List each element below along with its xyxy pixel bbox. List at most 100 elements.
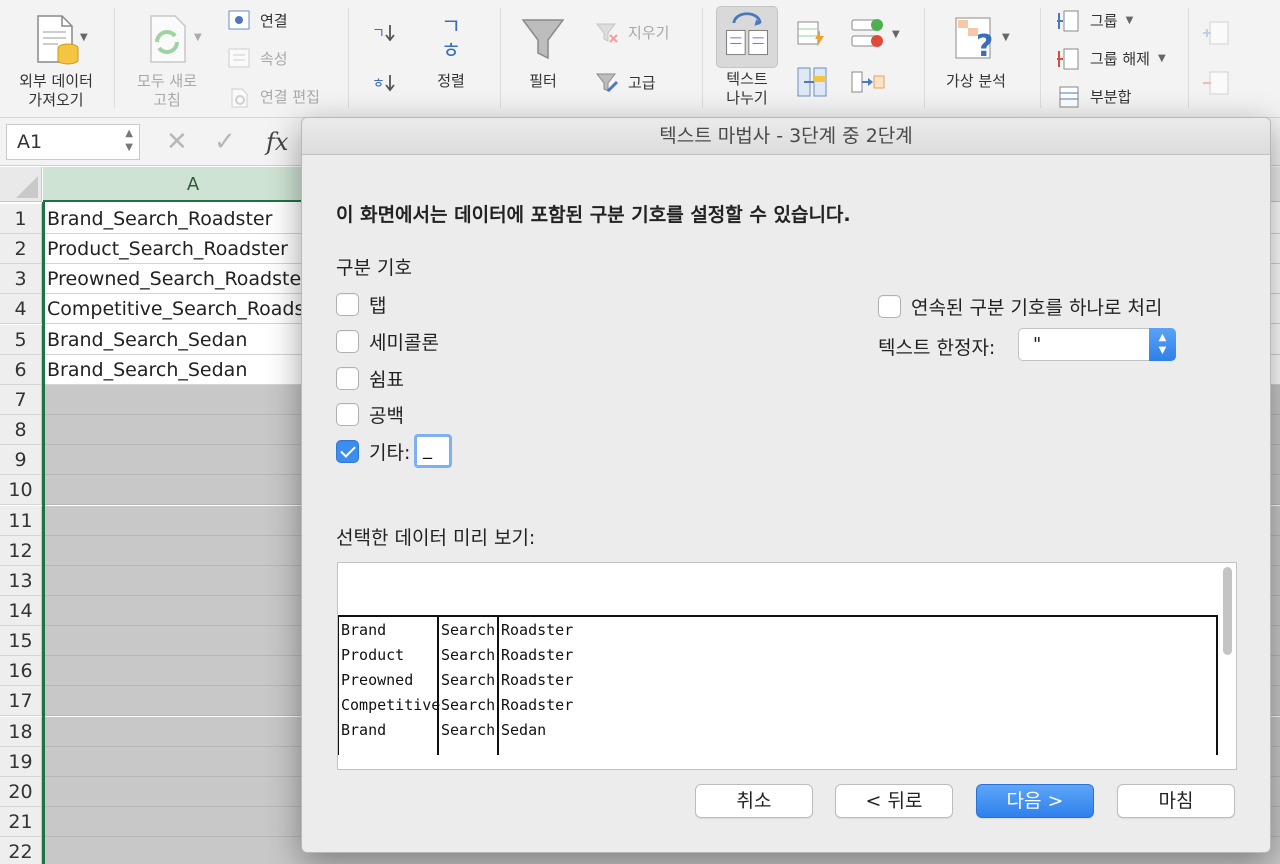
- clear-filter-button[interactable]: 지우기: [594, 20, 669, 46]
- properties-button[interactable]: 속성: [226, 46, 288, 72]
- row-header[interactable]: 19: [0, 746, 42, 777]
- cell-a[interactable]: [43, 415, 343, 446]
- other-checkbox[interactable]: 기타:: [336, 438, 410, 464]
- name-box-stepper-icon[interactable]: ▲ ▼: [125, 127, 133, 155]
- row-header[interactable]: 1: [0, 204, 42, 234]
- other-checkbox-box[interactable]: [336, 439, 359, 463]
- row-header[interactable]: 7: [0, 384, 42, 415]
- cell-a[interactable]: [43, 384, 343, 415]
- group-button[interactable]: 그룹 ▼: [1056, 8, 1133, 34]
- tab-checkbox[interactable]: 탭: [336, 291, 386, 317]
- subtotal-button[interactable]: 부분합: [1056, 84, 1131, 110]
- row-header[interactable]: 11: [0, 505, 42, 536]
- row-header[interactable]: 8: [0, 415, 42, 446]
- text-to-columns-label: 텍스트 나누기: [726, 70, 768, 107]
- cell-a[interactable]: Brand_Search_Roadster: [43, 204, 343, 234]
- data-validation-button[interactable]: ▼: [850, 16, 900, 52]
- cell-a[interactable]: [43, 807, 343, 837]
- semicolon-checkbox-box[interactable]: [336, 329, 359, 353]
- column-header-a[interactable]: A: [43, 167, 343, 202]
- chevron-down-icon[interactable]: ▼: [80, 32, 88, 43]
- consecutive-delimiters-checkbox-box[interactable]: [878, 294, 901, 318]
- row-header[interactable]: 10: [0, 475, 42, 506]
- space-checkbox-box[interactable]: [336, 402, 359, 426]
- next-button[interactable]: 다음 >: [976, 784, 1094, 818]
- get-external-data-button[interactable]: 외부 데이터 가져오기: [8, 12, 104, 110]
- consolidate-icon[interactable]: [850, 66, 886, 98]
- cell-a[interactable]: [43, 746, 343, 777]
- comma-checkbox[interactable]: 쉼표: [336, 365, 404, 391]
- select-all-corner[interactable]: [0, 167, 42, 202]
- cell-a[interactable]: [43, 656, 343, 687]
- row-header[interactable]: 16: [0, 656, 42, 687]
- row-header[interactable]: 20: [0, 776, 42, 807]
- row-header[interactable]: 14: [0, 595, 42, 626]
- cell-a[interactable]: [43, 565, 343, 596]
- cell-a[interactable]: [43, 686, 343, 717]
- row-header[interactable]: 2: [0, 234, 42, 265]
- cancel-entry-icon[interactable]: ✕: [166, 124, 188, 160]
- chevron-down-icon[interactable]: ▼: [1002, 32, 1010, 43]
- connections-button[interactable]: 연결: [226, 8, 288, 34]
- filter-button[interactable]: 필터: [510, 12, 576, 91]
- row-header[interactable]: 21: [0, 807, 42, 837]
- text-to-columns-button[interactable]: 텍스트 나누기: [714, 6, 780, 108]
- cell-a[interactable]: [43, 716, 343, 747]
- cell-a[interactable]: [43, 776, 343, 807]
- other-delimiter-input[interactable]: _: [414, 434, 452, 468]
- cell-a[interactable]: [43, 445, 343, 476]
- chevron-down-icon[interactable]: ▼: [194, 32, 202, 43]
- row-header[interactable]: 9: [0, 445, 42, 476]
- cell-a[interactable]: [43, 595, 343, 626]
- cell-a[interactable]: Brand_Search_Sedan: [43, 355, 343, 385]
- preview-scrollbar[interactable]: [1223, 567, 1232, 655]
- show-detail-icon[interactable]: [1200, 18, 1232, 48]
- comma-checkbox-box[interactable]: [336, 366, 359, 390]
- text-qualifier-select[interactable]: " ▲ ▼: [1018, 328, 1176, 361]
- refresh-all-button[interactable]: 모두 새로 고침: [122, 12, 212, 110]
- row-header[interactable]: 12: [0, 535, 42, 566]
- confirm-entry-icon[interactable]: ✓: [214, 124, 236, 160]
- edit-links-button[interactable]: 연결 편집: [226, 84, 320, 110]
- cell-a[interactable]: Product_Search_Roadster: [43, 234, 343, 265]
- cell-a[interactable]: [43, 475, 343, 506]
- data-preview-pane[interactable]: Brand Search Roadster Product Search Roadster…: [337, 562, 1237, 770]
- tab-checkbox-box[interactable]: [336, 292, 359, 316]
- row-header[interactable]: 6: [0, 354, 42, 385]
- insert-function-icon[interactable]: fx: [266, 124, 288, 160]
- back-button[interactable]: < 뒤로: [835, 784, 953, 818]
- cell-a[interactable]: Preowned_Search_Roadster: [43, 264, 343, 295]
- dialog-title: 텍스트 마법사 - 3단계 중 2단계: [302, 118, 1270, 155]
- consecutive-delimiters-checkbox[interactable]: 연속된 구분 기호를 하나로 처리: [878, 293, 1162, 319]
- hide-detail-icon[interactable]: [1200, 68, 1232, 98]
- advanced-filter-button[interactable]: 고급: [594, 70, 656, 96]
- row-header[interactable]: 15: [0, 626, 42, 657]
- cell-a[interactable]: [43, 837, 343, 864]
- row-header[interactable]: 18: [0, 716, 42, 747]
- row-header[interactable]: 3: [0, 264, 42, 295]
- name-box[interactable]: A1 ▲ ▼: [6, 124, 140, 160]
- row-header[interactable]: 22: [0, 837, 42, 864]
- row-header[interactable]: 17: [0, 686, 42, 717]
- row-header[interactable]: 13: [0, 565, 42, 596]
- space-checkbox[interactable]: 공백: [336, 401, 404, 427]
- what-if-analysis-button[interactable]: ? 가상 분석: [932, 12, 1020, 91]
- row-header[interactable]: 4: [0, 294, 42, 325]
- finish-button[interactable]: 마침: [1117, 784, 1235, 818]
- semicolon-checkbox[interactable]: 세미콜론: [336, 328, 439, 354]
- sort-button[interactable]: ㄱ ㅎ 정렬: [420, 12, 482, 91]
- flash-fill-icon[interactable]: [796, 18, 828, 50]
- sort-ascending-button[interactable]: ㄱ: [370, 20, 396, 46]
- cell-a[interactable]: [43, 505, 343, 536]
- cancel-button[interactable]: 취소: [695, 784, 813, 818]
- ungroup-button[interactable]: 그룹 해제 ▼: [1056, 46, 1166, 72]
- cell-a[interactable]: Competitive_Search_Roadster: [43, 294, 343, 325]
- cell-a[interactable]: Brand_Search_Sedan: [43, 325, 343, 355]
- cell-a[interactable]: [43, 626, 343, 657]
- ungroup-icon: [1057, 48, 1079, 70]
- row-header[interactable]: 5: [0, 324, 42, 355]
- cell-a[interactable]: [43, 535, 343, 566]
- preview-cell: Roadster: [501, 646, 574, 664]
- sort-descending-button[interactable]: ㅎ: [370, 70, 396, 96]
- remove-duplicates-icon[interactable]: [796, 66, 828, 98]
